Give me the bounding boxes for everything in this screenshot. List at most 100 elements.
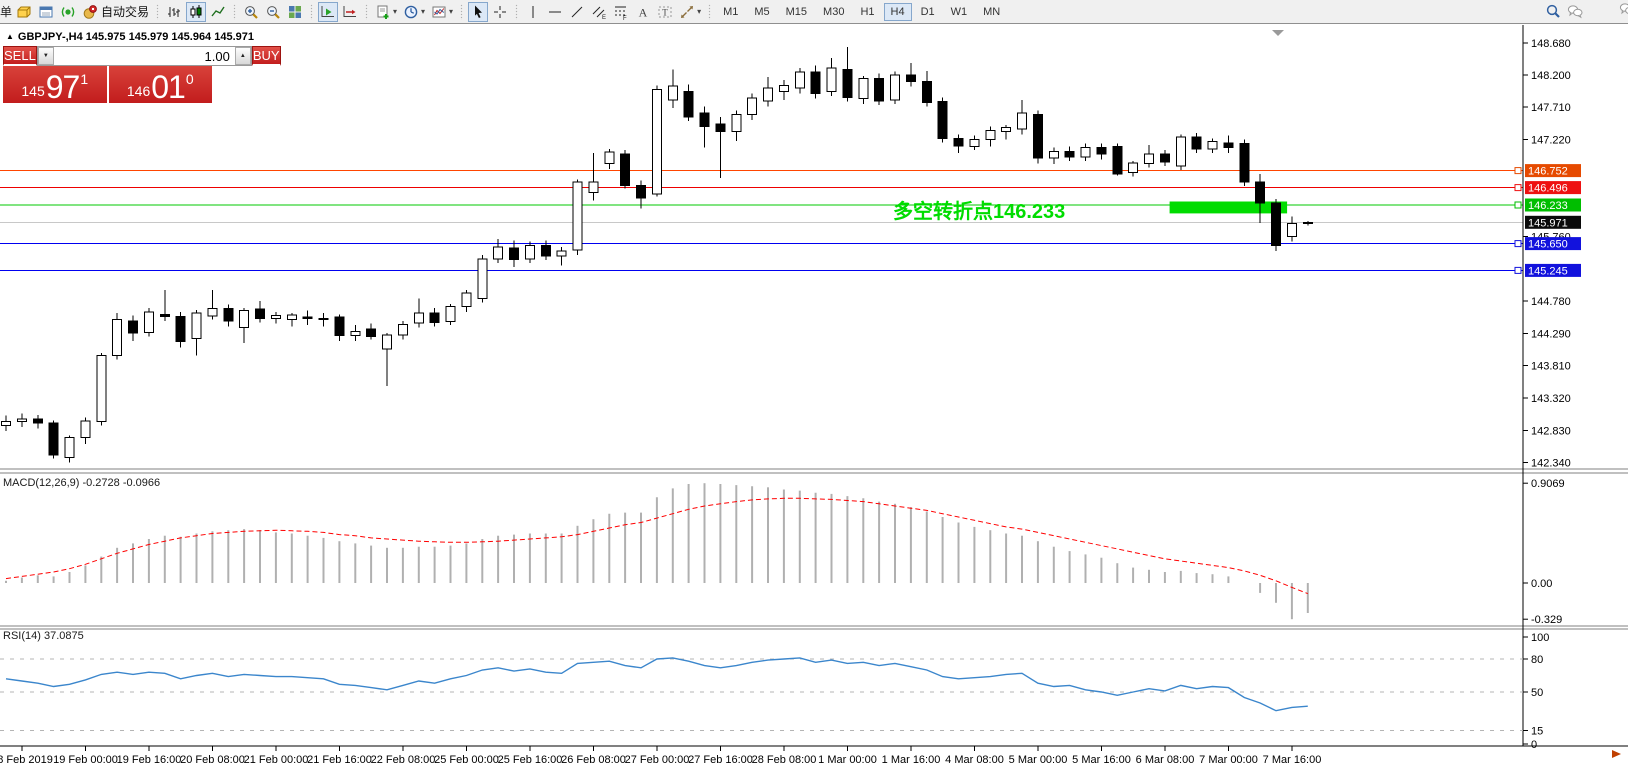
macd-tick-label: 0.00 <box>1531 578 1552 590</box>
time-axis-label: 20 Feb 08:00 <box>180 754 245 766</box>
candle-bear <box>1097 148 1106 155</box>
candle-bear <box>224 309 233 322</box>
candles-icon[interactable] <box>186 2 206 22</box>
periods-icon[interactable]: ▾ <box>401 2 427 22</box>
svg-text:A: A <box>639 5 648 19</box>
price-level-lines[interactable] <box>0 171 1523 271</box>
candle-bear <box>1192 137 1201 149</box>
toolbar-overflow-icon[interactable] <box>1619 1 1628 22</box>
candle-bear <box>541 246 550 257</box>
one-click-trading-panel: SELL ▼ ▲ BUY 145971 146010 <box>3 46 212 103</box>
pivot-annotation-text[interactable]: 多空转折点146.233 <box>893 195 1065 224</box>
hline-icon[interactable] <box>545 2 565 22</box>
candle-bear <box>938 101 947 138</box>
text-icon[interactable]: A <box>633 2 653 22</box>
text-label-icon[interactable]: T <box>655 2 675 22</box>
time-axis-label: 6 Mar 08:00 <box>1136 754 1195 766</box>
timeframe-h4[interactable]: H4 <box>884 3 912 21</box>
symbol-header: ▲ GBPJPY-,H4 145.975 145.979 145.964 145.… <box>6 31 254 43</box>
dropdown-arrow-icon: ▾ <box>421 7 425 16</box>
templates-icon[interactable]: ▾ <box>429 2 455 22</box>
chart-shift-icon[interactable] <box>318 2 338 22</box>
time-axis-label: 25 Feb 00:00 <box>434 754 499 766</box>
chat-button[interactable] <box>1565 1 1585 21</box>
highlight-rectangle[interactable] <box>1170 202 1288 214</box>
timeframe-h1[interactable]: H1 <box>853 3 881 21</box>
candle-bull <box>589 182 598 193</box>
timeframe-m5[interactable]: M5 <box>747 3 776 21</box>
text-icon: A <box>635 4 651 20</box>
crosshair-icon[interactable] <box>490 2 510 22</box>
line-chart-icon[interactable] <box>208 2 228 22</box>
price-badge-label: 146.496 <box>1528 183 1568 195</box>
zoom-in-icon[interactable] <box>241 2 261 22</box>
candle-bull <box>652 89 661 194</box>
candle-bull <box>732 115 741 132</box>
timeframe-w1[interactable]: W1 <box>944 3 975 21</box>
zoom-out-icon[interactable] <box>263 2 283 22</box>
timeframe-m30[interactable]: M30 <box>816 3 851 21</box>
rsi-tick-label: 15 <box>1531 726 1543 738</box>
candle-bull <box>97 356 106 422</box>
buy-price-display[interactable]: 146010 <box>109 66 213 103</box>
data-window-icon[interactable] <box>36 2 56 22</box>
candle-bear <box>1224 143 1233 148</box>
sell-price-display[interactable]: 145971 <box>3 66 107 103</box>
timeframe-m1[interactable]: M1 <box>716 3 745 21</box>
volume-input[interactable] <box>54 47 235 65</box>
autotrading-button[interactable]: 自动交易 <box>80 2 151 22</box>
channel-icon[interactable]: E <box>589 2 609 22</box>
timeframe-mn[interactable]: MN <box>976 3 1007 21</box>
candle-bull <box>827 68 836 91</box>
vline-icon[interactable] <box>523 2 543 22</box>
candle-bear <box>1272 203 1281 245</box>
rsi-pane: 1008050150 <box>0 632 1549 751</box>
candles-icon <box>188 4 204 20</box>
volume-decrease-button[interactable]: ▼ <box>38 47 54 65</box>
time-axis-label: 21 Feb 00:00 <box>244 754 309 766</box>
chart-svg[interactable]: 148.680148.200147.710147.220145.760144.7… <box>0 24 1628 773</box>
autotrading-label: 自动交易 <box>101 3 149 20</box>
candle-bull <box>795 72 804 88</box>
auto-scroll-icon[interactable] <box>340 2 360 22</box>
candle-bear <box>906 75 915 82</box>
search-button[interactable] <box>1543 1 1563 21</box>
trendline-icon[interactable] <box>567 2 587 22</box>
tile-windows-icon[interactable] <box>285 2 305 22</box>
fibonacci-icon[interactable]: F <box>611 2 631 22</box>
candle-bear <box>843 70 852 98</box>
signal-icon[interactable] <box>58 2 78 22</box>
timeframe-d1[interactable]: D1 <box>914 3 942 21</box>
candle-bull <box>970 140 979 147</box>
candle-bear <box>922 81 931 102</box>
vline-icon <box>525 4 541 20</box>
volume-increase-button[interactable]: ▲ <box>235 47 251 65</box>
candle-bull <box>859 79 868 99</box>
bars-icon[interactable] <box>164 2 184 22</box>
chart-end-marker-icon <box>1612 750 1621 758</box>
price-badge-label: 146.233 <box>1528 200 1568 212</box>
scroll-marker-icon[interactable] <box>1272 30 1284 36</box>
candle-bear <box>256 309 265 318</box>
shapes-icon[interactable]: ▾ <box>677 2 703 22</box>
symbol-ohlc-text: GBPJPY-,H4 145.975 145.979 145.964 145.9… <box>18 31 254 43</box>
indicators-icon[interactable]: ▾ <box>373 2 399 22</box>
market-watch-icon[interactable] <box>14 2 34 22</box>
timeframe-m15[interactable]: M15 <box>779 3 814 21</box>
candle-bull <box>1018 113 1027 129</box>
candle-bull <box>271 316 280 319</box>
price-tick-label: 148.680 <box>1531 38 1571 50</box>
price-tick-label: 142.830 <box>1531 425 1571 437</box>
channel-icon: E <box>591 4 607 20</box>
dropdown-arrow-icon: ▾ <box>697 7 701 16</box>
collapse-panel-arrow[interactable]: ▲ <box>6 32 14 41</box>
new-order-button[interactable]: 单 <box>0 3 13 20</box>
cursor-icon[interactable] <box>468 2 488 22</box>
candle-bear <box>716 124 725 132</box>
sell-button[interactable]: SELL <box>3 46 37 66</box>
candle-bull <box>525 246 534 259</box>
buy-button[interactable]: BUY <box>252 46 281 66</box>
candlestick-series[interactable] <box>2 47 1313 463</box>
candle-bull <box>605 152 614 163</box>
candle-bear <box>303 317 312 318</box>
